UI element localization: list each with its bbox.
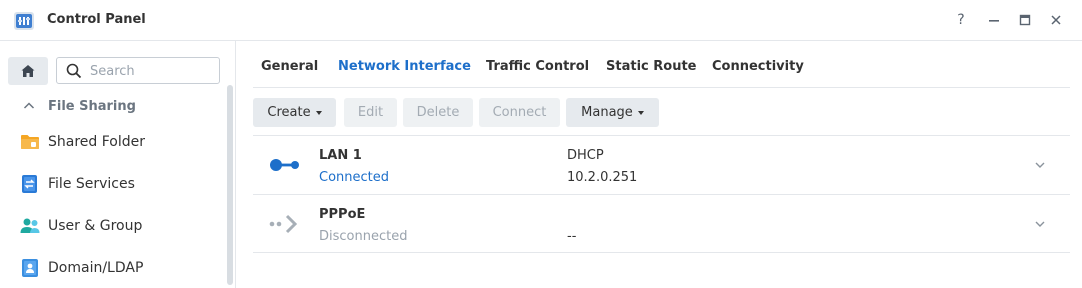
interface-status: Connected	[319, 170, 390, 185]
sidebar-item-label: User & Group	[48, 218, 143, 234]
file-sharing-section-header[interactable]: File Sharing	[22, 97, 136, 115]
sidebar-item-label: Shared Folder	[48, 134, 146, 150]
search-box[interactable]	[56, 57, 220, 84]
folder-icon	[21, 135, 39, 149]
interface-address: --	[567, 229, 577, 244]
connect-button[interactable]: Connect	[479, 98, 560, 127]
tab-bar: General Network Interface Traffic Contro…	[253, 41, 1070, 88]
domain-ldap-icon	[22, 259, 38, 277]
sidebar-item-shared-folder[interactable]: Shared Folder	[20, 131, 145, 153]
list-item[interactable]: PPPoE Disconnected --	[253, 194, 1070, 253]
sidebar-item-label: Domain/LDAP	[48, 260, 144, 276]
chevron-down-icon[interactable]	[1033, 158, 1047, 172]
close-button[interactable]	[1048, 12, 1064, 28]
pppoe-disconnected-icon	[269, 214, 298, 234]
manage-button[interactable]: Manage	[566, 98, 659, 127]
sidebar-item-label: File Services	[48, 176, 135, 192]
manage-button-label: Manage	[581, 105, 633, 120]
main-panel: General Network Interface Traffic Contro…	[237, 41, 1082, 288]
chevron-up-icon	[23, 102, 35, 109]
control-panel-window: Control Panel ? Fi	[0, 0, 1082, 288]
sidebar-scrollbar[interactable]	[227, 85, 233, 285]
tab-static-route[interactable]: Static Route	[606, 59, 696, 74]
interface-name: LAN 1	[319, 148, 362, 163]
maximize-button[interactable]	[1017, 12, 1033, 28]
title-bar: Control Panel ?	[0, 0, 1082, 41]
interface-status: Disconnected	[319, 229, 408, 244]
interface-address: 10.2.0.251	[567, 170, 638, 185]
edit-button[interactable]: Edit	[344, 98, 397, 127]
chevron-down-icon[interactable]	[1033, 217, 1047, 231]
caret-down-icon	[315, 111, 322, 115]
user-group-icon	[20, 218, 40, 233]
tab-general[interactable]: General	[261, 59, 318, 74]
window-title: Control Panel	[47, 12, 146, 27]
list-item[interactable]: LAN 1 Connected DHCP 10.2.0.251	[253, 135, 1070, 194]
interface-name: PPPoE	[319, 207, 366, 222]
home-button[interactable]	[8, 57, 48, 85]
sidebar: File Sharing Shared Folder File Services	[0, 41, 236, 288]
caret-down-icon	[637, 111, 644, 115]
section-label: File Sharing	[48, 98, 136, 114]
search-input[interactable]	[90, 62, 215, 80]
tab-connectivity[interactable]: Connectivity	[712, 59, 804, 74]
interface-mode: DHCP	[567, 148, 604, 163]
minimize-icon	[989, 20, 999, 22]
sidebar-item-file-services[interactable]: File Services	[20, 173, 135, 195]
control-panel-app-icon	[14, 12, 34, 30]
delete-button[interactable]: Delete	[403, 98, 473, 127]
tab-network-interface[interactable]: Network Interface	[338, 59, 471, 74]
minimize-button[interactable]	[986, 12, 1002, 28]
create-button-label: Create	[267, 105, 311, 120]
file-services-icon	[22, 175, 37, 193]
tab-traffic-control[interactable]: Traffic Control	[486, 59, 589, 74]
sidebar-item-domain-ldap[interactable]: Domain/LDAP	[20, 257, 143, 279]
close-icon	[1051, 15, 1061, 25]
create-button[interactable]: Create	[253, 98, 336, 127]
home-icon	[21, 65, 35, 77]
help-button[interactable]: ?	[953, 12, 969, 28]
sidebar-item-user-group[interactable]: User & Group	[20, 215, 142, 237]
search-icon	[66, 63, 82, 79]
maximize-icon	[1019, 14, 1031, 26]
lan-connected-icon	[270, 159, 299, 171]
